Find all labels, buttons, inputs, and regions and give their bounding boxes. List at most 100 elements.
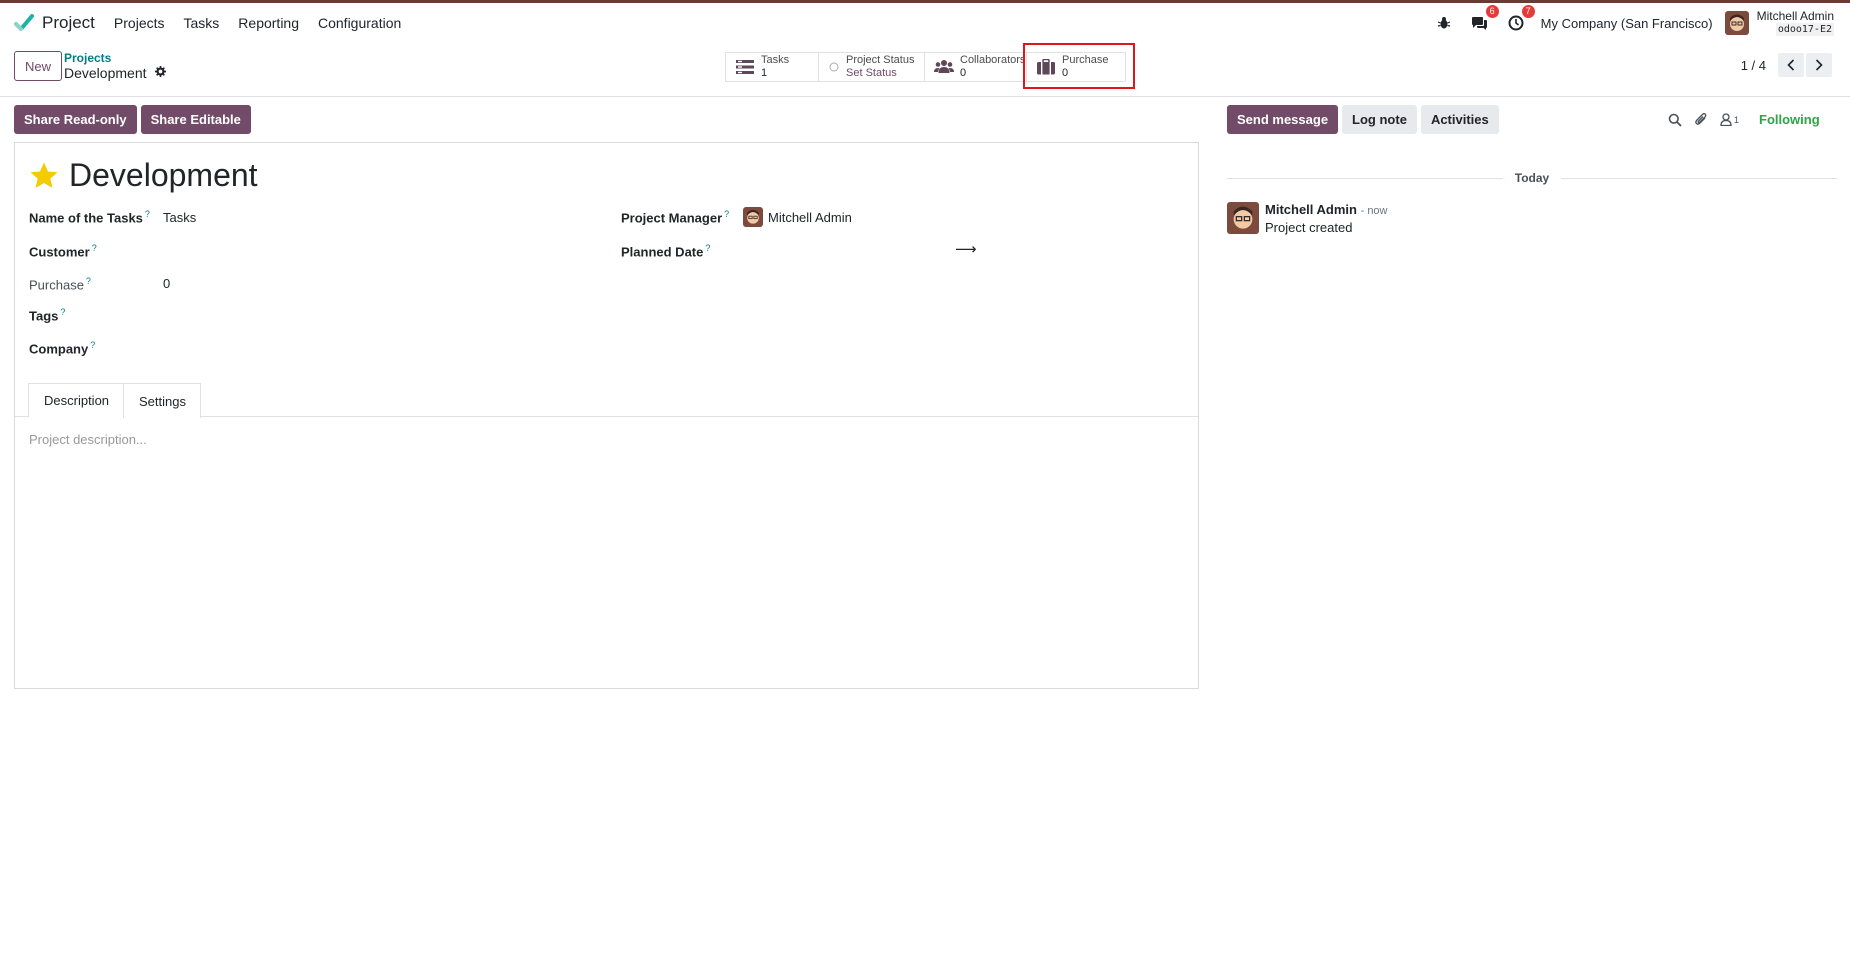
date-separator-label: Today (1514, 171, 1550, 185)
company-label: Company? (29, 340, 96, 357)
favorite-star-icon[interactable] (29, 161, 59, 191)
notebook-tabs: Description Settings (15, 381, 1198, 418)
project-name-input[interactable]: Development (69, 157, 258, 194)
message-author[interactable]: Mitchell Admin (1265, 202, 1357, 217)
activities-button[interactable]: Activities (1420, 105, 1499, 134)
systray: 6 7 My Company (San Francisco) Mitchell … (1419, 3, 1850, 43)
help-tooltip-icon[interactable]: ? (145, 209, 150, 219)
tasks-name-label: Name of the Tasks? (29, 209, 150, 226)
log-note-button[interactable]: Log note (1342, 105, 1417, 134)
help-tooltip-icon[interactable]: ? (90, 340, 95, 350)
form-sheet: Development Name of the Tasks? Tasks Cus… (14, 142, 1199, 689)
menu-reporting[interactable]: Reporting (238, 15, 299, 31)
tab-settings[interactable]: Settings (123, 383, 201, 418)
following-button[interactable]: Following (1759, 112, 1820, 127)
app-brand[interactable]: Project (14, 13, 114, 33)
planned-date-label: Planned Date? (621, 243, 711, 260)
chatter-topbar: Send message Log note Activities (1227, 105, 1499, 134)
arrow-right-icon: ⟶ (955, 241, 977, 258)
users-icon (934, 58, 954, 76)
chatter-tools: 1 Following (1668, 105, 1820, 134)
tags-label: Tags? (29, 307, 66, 324)
collaborators-stat-button[interactable]: Collaborators 0 (925, 53, 1027, 81)
database-name: odoo17-E2 (1775, 23, 1834, 36)
company-switcher[interactable]: My Company (San Francisco) (1541, 16, 1713, 31)
tasks-stat-button[interactable]: Tasks 1 (726, 53, 819, 81)
tab-description[interactable]: Description (28, 383, 124, 418)
tasks-list-icon (735, 58, 755, 76)
user-avatar (1724, 11, 1749, 35)
messaging-menu[interactable]: 6 (1469, 5, 1499, 34)
project-status-button[interactable]: Project Status Set Status (819, 53, 925, 81)
breadcrumb-projects-link[interactable]: Projects (64, 51, 166, 66)
planned-date-end-field[interactable] (990, 243, 1180, 261)
user-icon (1720, 113, 1732, 126)
activity-menu[interactable]: 7 (1505, 5, 1535, 34)
message-body: Project created (1265, 220, 1353, 235)
smart-buttons: Tasks 1 Project Status Set Status Collab… (725, 52, 1126, 82)
new-button[interactable]: New (14, 51, 63, 81)
pager-value[interactable]: 1 / 4 (1741, 58, 1766, 73)
date-separator: Today (1227, 168, 1838, 188)
followers-button[interactable]: 1 (1720, 113, 1739, 126)
top-menu: Projects Tasks Reporting Configuration (114, 15, 420, 31)
user-name: Mitchell Admin (1756, 9, 1834, 23)
app-name: Project (42, 13, 95, 32)
gear-icon[interactable] (154, 66, 166, 81)
tags-field[interactable] (163, 307, 583, 325)
message-time: - now (1360, 205, 1388, 217)
menu-tasks[interactable]: Tasks (184, 15, 220, 31)
purchase-label: Purchase? (29, 276, 91, 293)
status-circle-icon (828, 58, 840, 76)
menu-projects[interactable]: Projects (114, 15, 165, 31)
menu-configuration[interactable]: Configuration (318, 15, 401, 31)
breadcrumb-current: Development (64, 66, 166, 81)
purchase-field: 0 (163, 276, 171, 291)
project-manager-field[interactable]: Mitchell Admin (743, 207, 852, 227)
chevron-right-icon (1815, 59, 1823, 71)
help-tooltip-icon[interactable]: ? (60, 307, 65, 317)
share-readonly-button[interactable]: Share Read-only (14, 105, 137, 134)
record-pager: 1 / 4 (1741, 53, 1832, 77)
tasks-stat-value: 1 (761, 67, 768, 79)
project-status-value: Set Status (846, 67, 897, 79)
control-panel: New Projects Development Tasks 1 Project (0, 43, 1850, 97)
chevron-left-icon (1787, 59, 1795, 71)
description-editor[interactable]: Project description... (29, 432, 147, 447)
project-manager-name: Mitchell Admin (768, 209, 852, 225)
planned-date-start-field[interactable] (743, 243, 963, 261)
share-editable-button[interactable]: Share Editable (140, 105, 251, 134)
user-menu[interactable]: Mitchell Admin odoo17-E2 (1724, 9, 1834, 36)
purchase-stat-button[interactable]: Purchase 0 (1027, 53, 1125, 81)
project-app-icon (14, 14, 34, 31)
project-status-label: Project Status (846, 54, 915, 66)
share-actions: Share Read-only Share Editable (14, 105, 255, 134)
pager-previous-button[interactable] (1778, 53, 1804, 77)
collaborators-stat-value: 0 (960, 67, 967, 79)
message-author-avatar[interactable] (1227, 202, 1259, 234)
messages-badge: 6 (1485, 5, 1499, 18)
breadcrumb: Projects Development (64, 51, 166, 81)
company-field[interactable] (163, 340, 583, 358)
activities-badge: 7 (1521, 5, 1535, 18)
help-tooltip-icon[interactable]: ? (92, 243, 97, 253)
purchase-stat-label: Purchase (1062, 54, 1109, 66)
debug-bug-icon[interactable] (1433, 12, 1455, 34)
help-tooltip-icon[interactable]: ? (86, 276, 91, 286)
manager-avatar (743, 207, 763, 227)
breadcrumb-current-label: Development (64, 65, 147, 81)
pager-next-button[interactable] (1806, 53, 1832, 77)
tasks-name-field[interactable]: Tasks (163, 210, 196, 225)
send-message-button[interactable]: Send message (1227, 105, 1339, 134)
customer-label: Customer? (29, 243, 97, 260)
search-icon[interactable] (1668, 113, 1682, 127)
title-row: Development (29, 157, 258, 194)
paperclip-icon[interactable] (1694, 112, 1708, 127)
help-tooltip-icon[interactable]: ? (724, 209, 729, 219)
chat-icon (1472, 16, 1488, 30)
tasks-stat-label: Tasks (761, 54, 790, 66)
purchase-stat-value: 0 (1062, 67, 1069, 79)
customer-field[interactable] (163, 243, 583, 261)
chatter-message: Mitchell Admin - now Project created (1227, 202, 1388, 235)
help-tooltip-icon[interactable]: ? (705, 243, 710, 253)
